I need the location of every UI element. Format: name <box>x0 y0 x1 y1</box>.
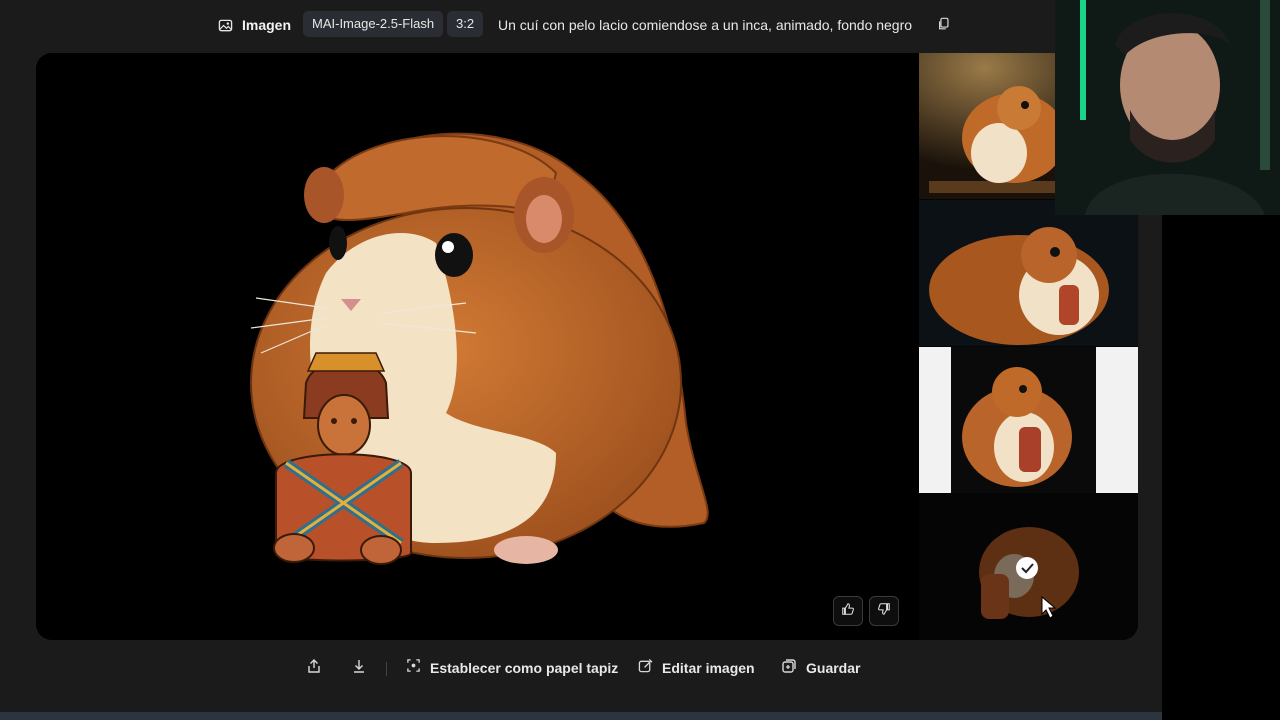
mode-indicator[interactable]: Imagen <box>217 13 291 37</box>
mode-label: Imagen <box>242 17 292 33</box>
share-button[interactable] <box>306 658 322 679</box>
image-viewer <box>36 53 1138 640</box>
thumbs-down-icon <box>877 602 891 621</box>
dislike-button[interactable] <box>869 596 899 626</box>
thumbnail-2[interactable] <box>919 200 1138 346</box>
like-button[interactable] <box>833 596 863 626</box>
model-chip[interactable]: MAI-Image-2.5-Flash <box>303 11 444 37</box>
prompt-text: Un cuí con pelo lacio comiendose a un in… <box>498 17 913 33</box>
bottom-edge <box>0 712 1162 720</box>
copy-icon <box>937 17 951 35</box>
side-panel-area <box>1162 215 1280 720</box>
action-bar: Establecer como papel tapiz Editar image… <box>0 650 1160 686</box>
thumbs-up-icon <box>841 602 855 621</box>
thumbnail-4[interactable] <box>919 494 1138 640</box>
aspect-ratio-chip[interactable]: 3:2 <box>447 11 484 37</box>
edit-icon <box>638 658 653 678</box>
set-wallpaper-label: Establecer como papel tapiz <box>430 660 619 676</box>
save-collection-icon <box>781 658 797 679</box>
copy-prompt-button[interactable] <box>937 17 953 33</box>
wallpaper-icon <box>406 658 421 678</box>
save-label: Guardar <box>806 660 861 676</box>
save-button[interactable]: Guardar <box>781 658 861 679</box>
share-icon <box>306 658 322 679</box>
download-button[interactable] <box>351 659 367 677</box>
webcam-overlay <box>1055 0 1280 215</box>
thumbnail-3[interactable] <box>919 347 1138 493</box>
set-wallpaper-button[interactable]: Establecer como papel tapiz <box>406 659 618 677</box>
action-divider <box>386 662 387 676</box>
main-image[interactable] <box>36 53 918 640</box>
edit-image-button[interactable]: Editar imagen <box>638 658 755 678</box>
top-bar: Imagen MAI-Image-2.5-Flash 3:2 Un cuí co… <box>0 0 1055 50</box>
image-icon <box>217 17 233 33</box>
edit-image-label: Editar imagen <box>662 660 755 676</box>
download-icon <box>351 658 367 679</box>
